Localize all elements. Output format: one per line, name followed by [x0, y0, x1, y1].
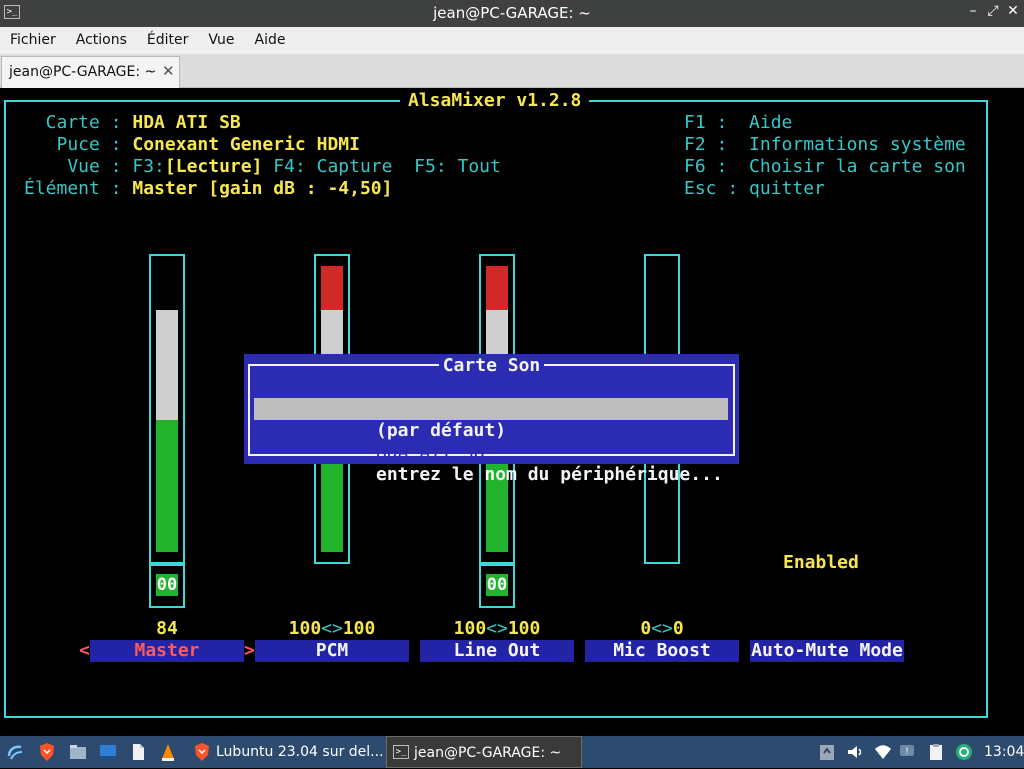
micboost-value: 0<>0 — [640, 618, 684, 639]
master-mute-switch[interactable]: 00 — [149, 564, 185, 608]
menu-aide[interactable]: Aide — [245, 27, 296, 54]
tab-label: jean@PC-GARAGE: ~ — [9, 64, 157, 80]
clipboard-icon[interactable] — [926, 742, 946, 762]
menu-vue[interactable]: Vue — [198, 27, 244, 54]
tab-bar: jean@PC-GARAGE: ~ ✕ — [0, 54, 1024, 88]
window-titlebar: >_ jean@PC-GARAGE: ~ – ⤢ ✕ — [0, 0, 1024, 27]
selector-left-arrow: < — [79, 640, 90, 661]
maximize-button[interactable]: ⤢ — [984, 3, 1002, 19]
menu-actions[interactable]: Actions — [66, 27, 137, 54]
lineout-value: 100<>100 — [453, 618, 541, 639]
clock[interactable]: 13:04 — [984, 736, 1024, 768]
info-vue: Vue : F3:[Lecture] F4: Capture F5: Tout — [24, 156, 501, 177]
brave-icon — [195, 743, 209, 761]
lubuntu-menu-icon[interactable] — [5, 742, 25, 762]
master-bar-mid — [156, 310, 178, 420]
volume-icon[interactable] — [845, 742, 865, 762]
channel-label-pcm[interactable]: PCM — [255, 640, 409, 662]
master-value: 84 — [156, 618, 178, 639]
dialog-title: Carte Son — [244, 355, 739, 377]
svg-text:!: ! — [905, 747, 909, 757]
task-brave-window[interactable]: Lubuntu 23.04 sur del... — [188, 736, 384, 768]
channel-label-micboost[interactable]: Mic Boost — [585, 640, 739, 662]
help-esc: Esc : quitter — [684, 178, 825, 199]
sync-icon[interactable] — [954, 742, 974, 762]
selector-right-arrow: > — [244, 640, 255, 661]
channel-label-automute[interactable]: Auto-Mute Mode — [750, 640, 904, 662]
menu-editer[interactable]: Éditer — [137, 27, 198, 54]
task-terminal-window[interactable]: >_ jean@PC-GARAGE: ~ — [386, 736, 582, 768]
menu-bar: Fichier Actions Éditer Vue Aide — [0, 27, 1024, 54]
menu-fichier[interactable]: Fichier — [0, 27, 66, 54]
window-title: jean@PC-GARAGE: ~ — [433, 4, 591, 22]
sound-card-dialog: Carte Son - (par défaut) default:0 HDA A… — [244, 354, 739, 485]
info-element: Élément : Master [gain dB : -4,50] — [24, 178, 393, 199]
notification-icon[interactable]: ! — [898, 742, 918, 762]
vlc-icon[interactable] — [158, 742, 178, 762]
file-manager-icon[interactable] — [68, 742, 88, 762]
terminal-icon: >_ — [393, 745, 409, 759]
channel-label-master[interactable]: Master — [90, 640, 244, 662]
master-bar-low — [156, 420, 178, 552]
help-f6: F6 : Choisir la carte son — [684, 156, 966, 177]
help-f1: F1 : Aide — [684, 112, 793, 133]
card-option-enter-device[interactable]: entrez le nom du périphérique... — [254, 420, 728, 485]
card-option-default[interactable]: - (par défaut) — [254, 376, 728, 441]
brave-icon[interactable] — [37, 742, 57, 762]
alsamixer-title: AlsaMixer v1.2.8 — [400, 90, 590, 112]
text-editor-icon[interactable] — [128, 742, 148, 762]
desktop-icon[interactable] — [98, 742, 118, 762]
master-volume-bar[interactable] — [149, 254, 185, 564]
pcm-value: 100<>100 — [288, 618, 376, 639]
info-puce: Puce : Conexant Generic HDMI — [24, 134, 360, 155]
close-button[interactable]: ✕ — [1004, 3, 1022, 19]
lineout-mute-switch[interactable]: 00 — [479, 564, 515, 608]
help-f2: F2 : Informations système — [684, 134, 966, 155]
updates-icon[interactable] — [817, 742, 837, 762]
terminal-tab[interactable]: jean@PC-GARAGE: ~ ✕ — [1, 56, 180, 88]
close-tab-icon[interactable]: ✕ — [162, 62, 175, 80]
channel-label-lineout[interactable]: Line Out — [420, 640, 574, 662]
taskbar: Lubuntu 23.04 sur del... >_ jean@PC-GARA… — [0, 736, 1024, 768]
minimize-button[interactable]: – — [964, 3, 982, 19]
card-option-hda[interactable]: default:0 HDA ATI SB — [254, 398, 728, 463]
wifi-icon[interactable] — [873, 742, 893, 762]
pcm-bar-high — [321, 266, 343, 310]
info-carte: Carte : HDA ATI SB — [24, 112, 241, 133]
lineout-bar-high — [486, 266, 508, 310]
automute-value: Enabled — [783, 552, 859, 573]
